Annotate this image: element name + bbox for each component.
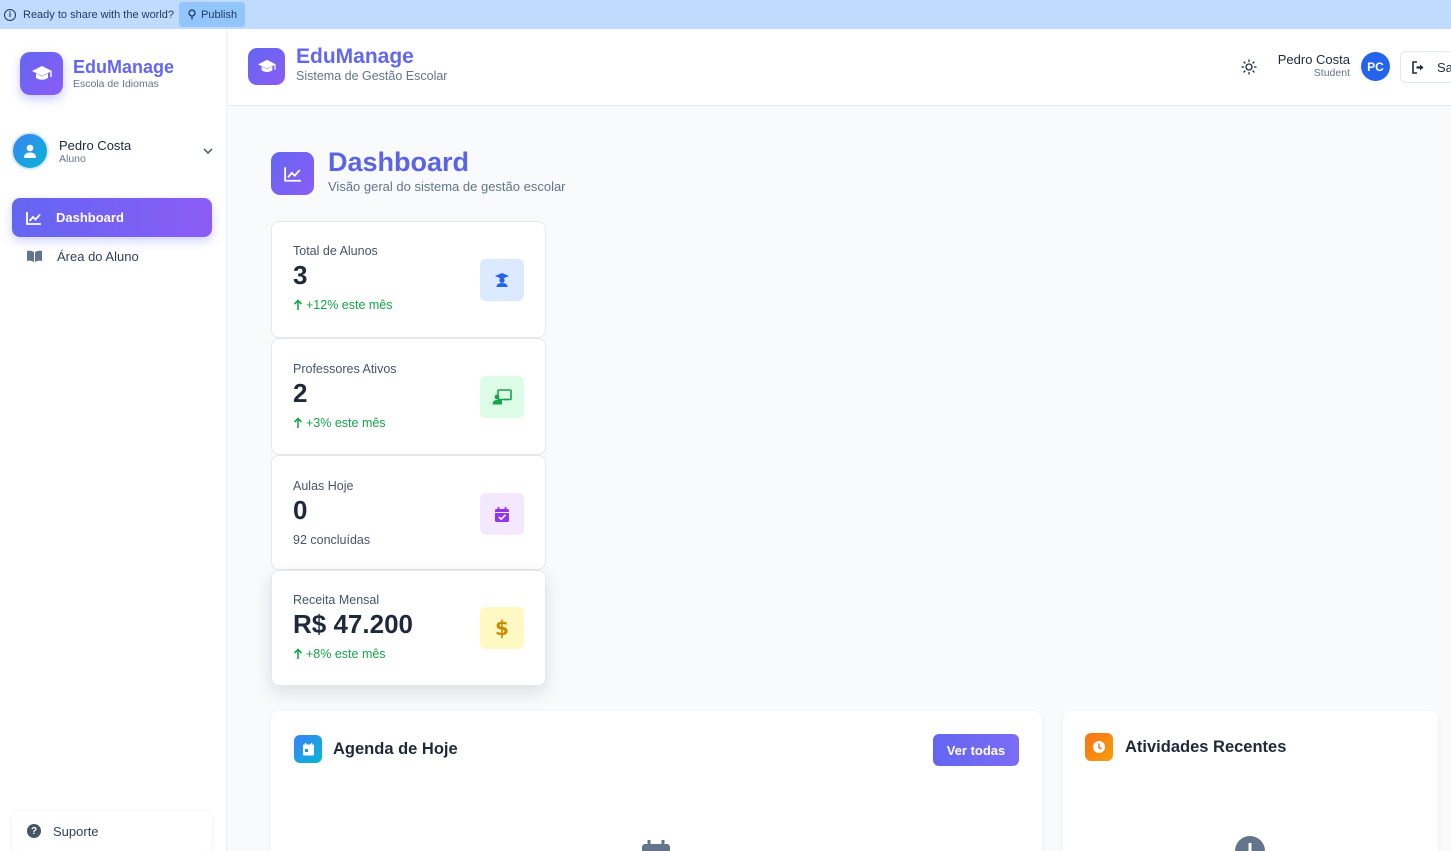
pin-icon [188, 9, 196, 20]
sidebar: EduManage Escola de Idiomas Pedro Costa … [0, 29, 227, 851]
stat-label: Receita Mensal [293, 593, 380, 607]
stat-trend-text: 92 concluídas [293, 533, 371, 547]
publish-banner: i Ready to share with the world? Publish [0, 0, 1451, 29]
logout-label: Sa [1437, 59, 1451, 75]
page-title: Dashboard [328, 146, 470, 177]
support-label: Suporte [53, 823, 99, 839]
stat-card-aulas-hoje[interactable]: Aulas Hoje 0 92 concluídas [271, 455, 546, 570]
stat-label: Total de Alunos [293, 244, 378, 258]
support-button[interactable]: ? Suporte [12, 811, 212, 851]
arrow-up-icon [293, 417, 303, 428]
user-name: Pedro Costa [59, 137, 132, 153]
arrow-up-icon [293, 648, 303, 659]
chart-line-icon [26, 211, 41, 225]
header-user-info: Pedro Costa Student [1278, 52, 1350, 79]
stat-card-receita-mensal[interactable]: Receita Mensal R$ 47.200 +8% este mês $ [271, 570, 546, 686]
stat-label: Aulas Hoje [293, 479, 354, 493]
stat-card-total-alunos[interactable]: Total de Alunos 3 +12% este mês [271, 221, 546, 338]
ver-todas-button[interactable]: Ver todas [933, 734, 1019, 766]
avatar[interactable]: PC [1361, 52, 1390, 81]
theme-toggle-sun-icon[interactable] [1241, 59, 1257, 75]
top-header: EduManage Sistema de Gestão Escolar Pedr… [228, 29, 1451, 106]
chart-line-icon [271, 152, 314, 195]
page-heading: Dashboard Visão geral do sistema de gest… [271, 148, 566, 195]
header-brand[interactable]: EduManage Sistema de Gestão Escolar [248, 44, 448, 85]
sidebar-item-area-do-aluno[interactable]: Área do Aluno [12, 237, 212, 276]
sidebar-brand[interactable]: EduManage Escola de Idiomas [20, 52, 174, 95]
calendar-empty-icon [642, 840, 670, 851]
logout-icon [1412, 60, 1424, 74]
stat-trend-text: +12% este mês [306, 298, 393, 312]
logout-button[interactable]: Sa [1400, 51, 1451, 83]
brand-subtitle: Escola de Idiomas [73, 78, 159, 90]
chevron-down-icon[interactable] [201, 144, 215, 158]
header-title: EduManage [296, 44, 414, 68]
stat-trend: 92 concluídas [293, 533, 370, 547]
calendar-check-icon [480, 493, 524, 535]
header-user-role: Student [1313, 67, 1350, 79]
activities-panel: Atividades Recentes [1063, 711, 1438, 851]
stat-card-professores-ativos[interactable]: Professores Ativos 2 +3% este mês [271, 338, 546, 455]
avatar [11, 132, 49, 170]
agenda-panel: Agenda de Hoje Ver todas [271, 711, 1042, 851]
graduation-cap-icon [20, 52, 63, 95]
stat-trend-text: +8% este mês [306, 647, 386, 661]
header-user-name: Pedro Costa [1277, 52, 1350, 67]
stat-value: 0 [293, 495, 308, 525]
sidebar-item-label: Dashboard [56, 210, 124, 225]
teacher-icon [480, 376, 524, 418]
dollar-icon: $ [480, 607, 524, 649]
agenda-title: Agenda de Hoje [333, 740, 458, 758]
user-icon [24, 144, 36, 158]
publish-label: Publish [201, 8, 238, 21]
stat-label: Professores Ativos [293, 362, 397, 376]
graduate-icon [480, 259, 524, 301]
user-menu[interactable]: Pedro Costa Aluno [11, 131, 215, 171]
stat-value: R$ 47.200 [293, 609, 413, 639]
calendar-icon [294, 735, 322, 763]
banner-message: Ready to share with the world? [23, 8, 175, 21]
sidebar-item-dashboard[interactable]: Dashboard [12, 198, 212, 237]
info-icon: i [4, 8, 16, 21]
graduation-cap-icon [248, 48, 285, 85]
stat-value: 2 [293, 378, 308, 408]
activities-title: Atividades Recentes [1125, 738, 1287, 756]
stat-value: 3 [293, 260, 308, 290]
arrow-up-icon [293, 299, 303, 310]
stat-trend: +12% este mês [293, 298, 393, 312]
stat-trend-text: +3% este mês [306, 416, 386, 430]
clock-empty-icon [1235, 836, 1265, 851]
publish-button[interactable]: Publish [179, 2, 246, 27]
clock-icon [1085, 733, 1113, 761]
help-icon: ? [27, 824, 41, 838]
user-role: Aluno [59, 152, 86, 165]
stat-trend: +8% este mês [293, 647, 386, 661]
stat-trend: +3% este mês [293, 416, 386, 430]
header-subtitle: Sistema de Gestão Escolar [296, 68, 448, 83]
brand-title: EduManage [73, 57, 175, 77]
book-open-icon [27, 250, 42, 262]
sidebar-item-label: Área do Aluno [57, 249, 139, 264]
page-subtitle: Visão geral do sistema de gestão escolar [328, 178, 566, 194]
